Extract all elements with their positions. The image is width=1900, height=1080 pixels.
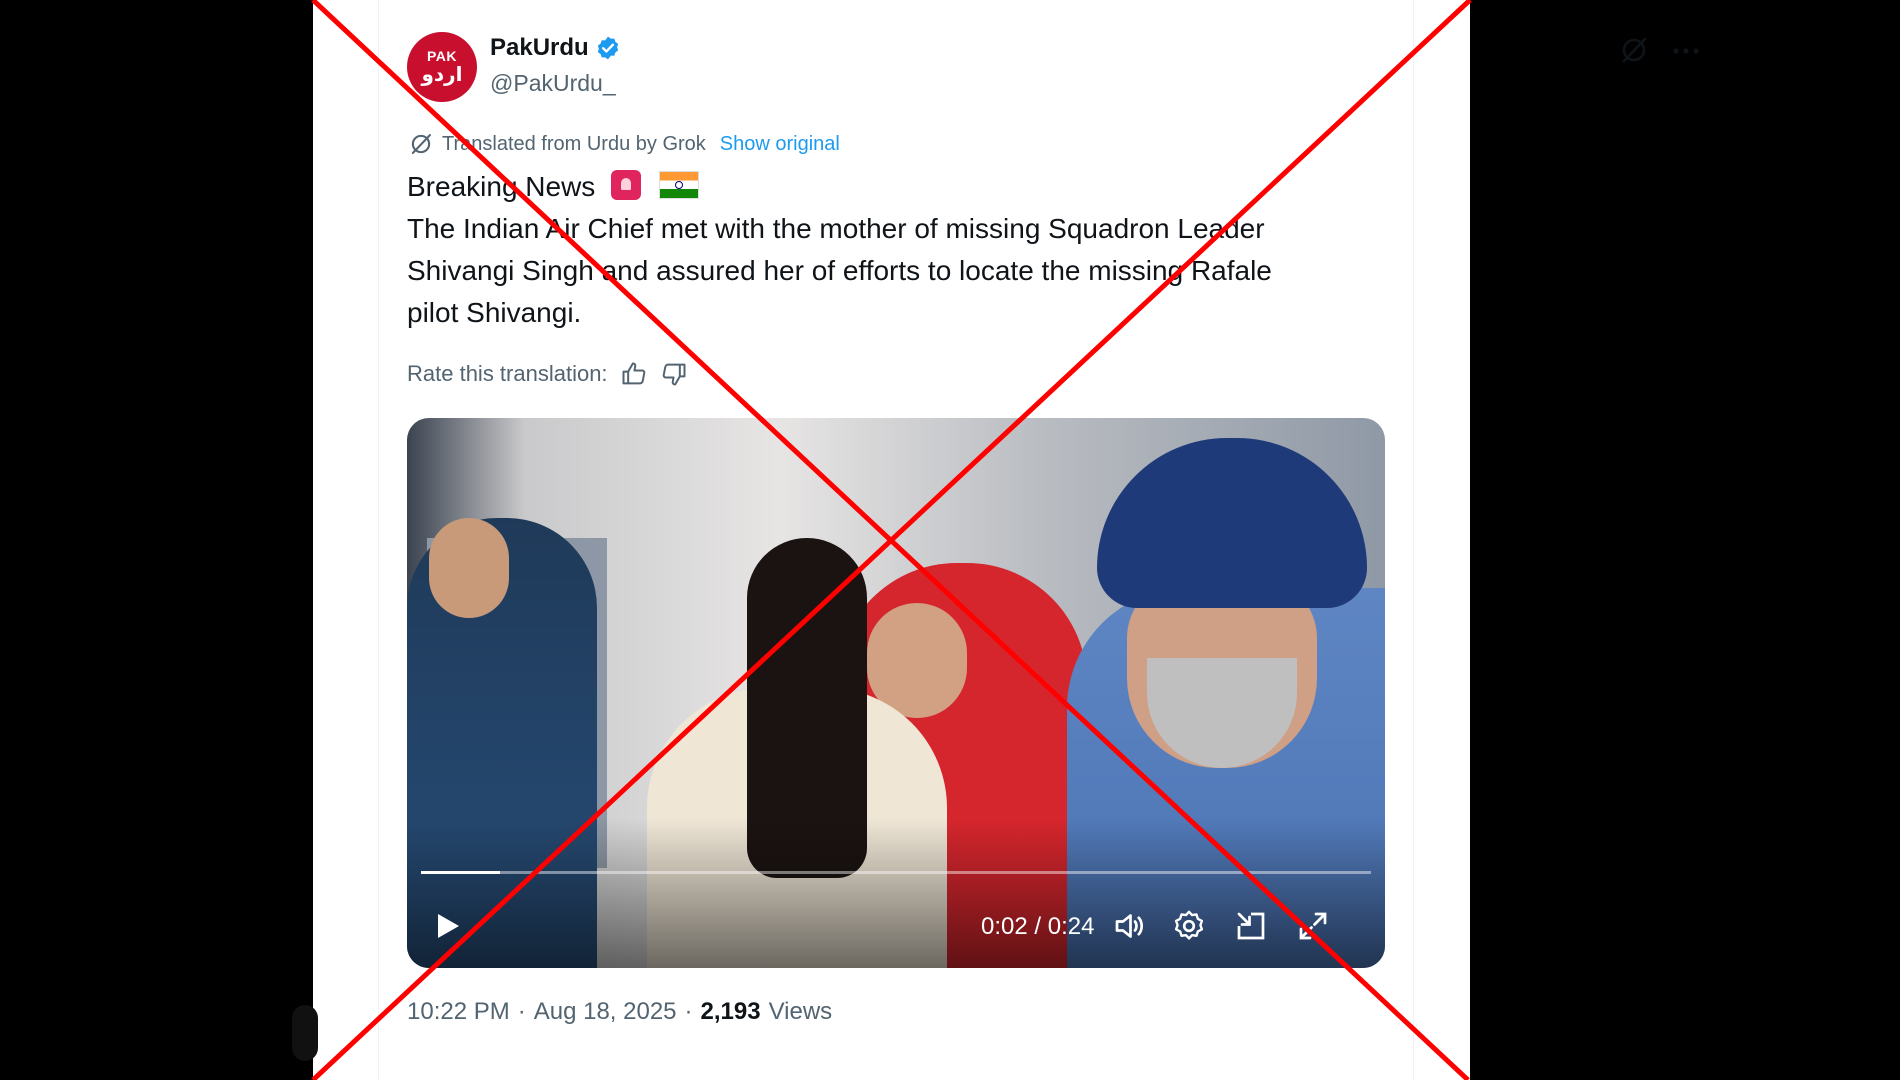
more-icon[interactable]	[1671, 36, 1701, 66]
volume-icon[interactable]	[1111, 908, 1147, 944]
grok-icon[interactable]	[1618, 34, 1650, 66]
video-progress-bar[interactable]	[421, 871, 1371, 874]
video-player[interactable]: 0:02 / 0:24	[407, 418, 1385, 968]
video-officer-turban	[1097, 438, 1367, 608]
play-icon[interactable]	[429, 908, 465, 944]
verified-badge-icon	[597, 36, 618, 60]
tweet-line: pilot Shivangi.	[407, 297, 582, 328]
avatar[interactable]: PAK اردو	[407, 32, 477, 102]
tweet-headline: Breaking News	[407, 171, 596, 202]
avatar-text-top: PAK	[426, 48, 458, 64]
video-time: 0:02 / 0:24	[981, 913, 1095, 940]
meta-separator: ·	[684, 998, 693, 1025]
video-progress-fill	[421, 871, 500, 874]
views-label: Views	[768, 998, 833, 1025]
translated-label: Translated from Urdu by Grok	[442, 132, 706, 155]
tweet-line: Shivangi Singh and assured her of effort…	[407, 255, 1272, 286]
name-row: PakUrdu	[490, 34, 621, 62]
avatar-text-bottom: اردو	[421, 64, 463, 86]
card-border-left	[378, 0, 379, 1080]
thumbs-up-icon[interactable]	[620, 360, 648, 388]
views-count: 2,193	[700, 998, 761, 1025]
cropped-edge-shape	[292, 1005, 318, 1061]
dock-icon[interactable]	[1233, 908, 1269, 944]
meta-separator: ·	[517, 998, 526, 1025]
show-original-link[interactable]: Show original	[720, 133, 840, 156]
thumbs-down-icon[interactable]	[660, 360, 688, 388]
grok-icon	[411, 134, 431, 154]
tweet-text: Breaking News The Indian Air Chief met w…	[407, 166, 1367, 334]
tweet-panel: PAK اردو PakUrdu @PakUrdu_ Translated fr…	[313, 0, 1699, 1080]
tweet-meta: 10:22 PM · Aug 18, 2025 · 2,193 Views	[407, 998, 832, 1026]
display-name[interactable]: PakUrdu	[490, 34, 589, 62]
tweet-date[interactable]: Aug 18, 2025	[534, 998, 677, 1026]
rate-translation-label: Rate this translation:	[407, 361, 608, 386]
settings-icon[interactable]	[1171, 908, 1207, 944]
india-flag-emoji-icon	[658, 171, 699, 199]
tweet-headline-line: Breaking News	[407, 166, 1367, 208]
handle[interactable]: @PakUrdu_	[490, 70, 616, 97]
fullscreen-icon[interactable]	[1295, 908, 1331, 944]
card-border-right	[1413, 0, 1414, 1080]
video-controls: 0:02 / 0:24	[407, 898, 1385, 958]
translated-notice: Translated from Urdu by Grok Show origin…	[408, 131, 840, 157]
police-light-emoji-icon	[611, 170, 642, 200]
rate-translation-row: Rate this translation:	[407, 360, 688, 388]
tweet-time[interactable]: 10:22 PM	[407, 998, 510, 1026]
tweet-line: The Indian Air Chief met with the mother…	[407, 213, 1265, 244]
video-person-left-head	[429, 518, 509, 618]
